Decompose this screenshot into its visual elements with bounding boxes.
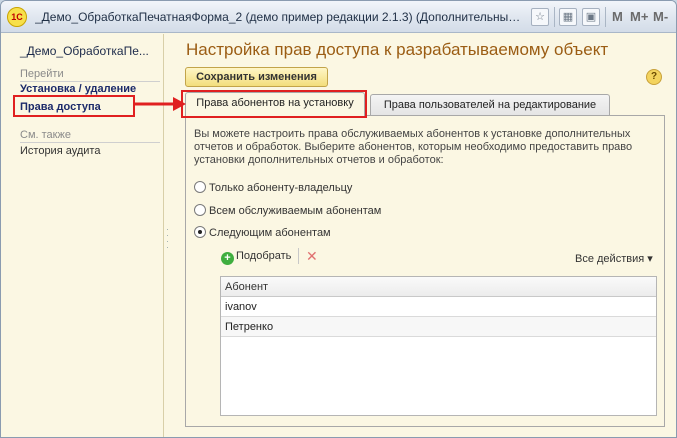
help-icon[interactable]: ?: [646, 69, 662, 85]
memory-button[interactable]: M: [612, 9, 623, 24]
main-area: Настройка прав доступа к разрабатываемом…: [173, 34, 673, 434]
radio-checked-icon[interactable]: [194, 226, 206, 238]
pick-button[interactable]: + Подобрать: [221, 250, 291, 265]
tab-user-rights[interactable]: Права пользователей на редактирование: [370, 94, 610, 116]
radio-icon[interactable]: [194, 204, 206, 216]
command-separator: [298, 248, 299, 264]
option-label: Следующим абонентам: [209, 227, 331, 239]
delete-icon[interactable]: ✕: [306, 248, 318, 265]
table-row[interactable]: ivanov: [221, 297, 656, 317]
option-label: Только абоненту-владельцу: [209, 182, 353, 194]
calendar-icon[interactable]: ▣: [582, 8, 600, 26]
pick-label: Подобрать: [236, 250, 292, 262]
save-changes-button[interactable]: Сохранить изменения: [185, 67, 328, 87]
option-following-subscribers[interactable]: Следующим абонентам: [194, 226, 331, 239]
arrow-right-icon: [135, 97, 186, 111]
sidebar-heading-go: Перейти: [20, 67, 160, 82]
table-row[interactable]: Петренко: [221, 317, 656, 337]
app-window: 1С _Демо_ОбработкаПечатнаяФорма_2 (демо …: [0, 0, 677, 438]
radio-icon[interactable]: [194, 181, 206, 193]
memory-plus-button[interactable]: M+: [630, 9, 648, 24]
app-logo-icon[interactable]: 1С: [7, 7, 27, 27]
plus-icon: +: [221, 252, 234, 265]
page-title: Настройка прав доступа к разрабатываемом…: [186, 40, 609, 59]
sidebar-heading-see-also: См. также: [20, 128, 160, 143]
option-all-subscribers[interactable]: Всем обслуживаемым абонентам: [194, 204, 381, 217]
column-header-subscriber[interactable]: Абонент: [221, 277, 656, 297]
option-label: Всем обслуживаемым абонентам: [209, 205, 382, 217]
splitter-handle[interactable]: · · · ·: [166, 225, 169, 252]
sidebar-item-audit-history[interactable]: История аудита: [20, 145, 100, 157]
memory-minus-button[interactable]: M-: [653, 9, 668, 24]
tab-panel: Вы можете настроить права обслуживаемых …: [185, 115, 665, 427]
calculator-icon[interactable]: ▦: [559, 8, 577, 26]
sidebar-item-install[interactable]: Установка / удаление: [20, 83, 136, 95]
subscribers-table: Абонент ivanov Петренко: [220, 276, 657, 416]
option-owner-only[interactable]: Только абоненту-владельцу: [194, 181, 352, 194]
description-text: Вы можете настроить права обслуживаемых …: [194, 128, 633, 166]
title-bar: 1С _Демо_ОбработкаПечатнаяФорма_2 (демо …: [1, 1, 676, 33]
all-actions-menu[interactable]: Все действия ▾: [575, 252, 653, 265]
tab-highlight-frame: [181, 90, 367, 118]
toolbar-separator: [605, 7, 606, 27]
sidebar-title: _Демо_ОбработкаПе...: [20, 44, 149, 58]
window-title: _Демо_ОбработкаПечатнаяФорма_2 (демо при…: [35, 10, 521, 24]
toolbar-separator: [554, 7, 555, 27]
star-icon[interactable]: ☆: [531, 8, 549, 26]
sidebar-highlight-frame: [13, 95, 135, 117]
